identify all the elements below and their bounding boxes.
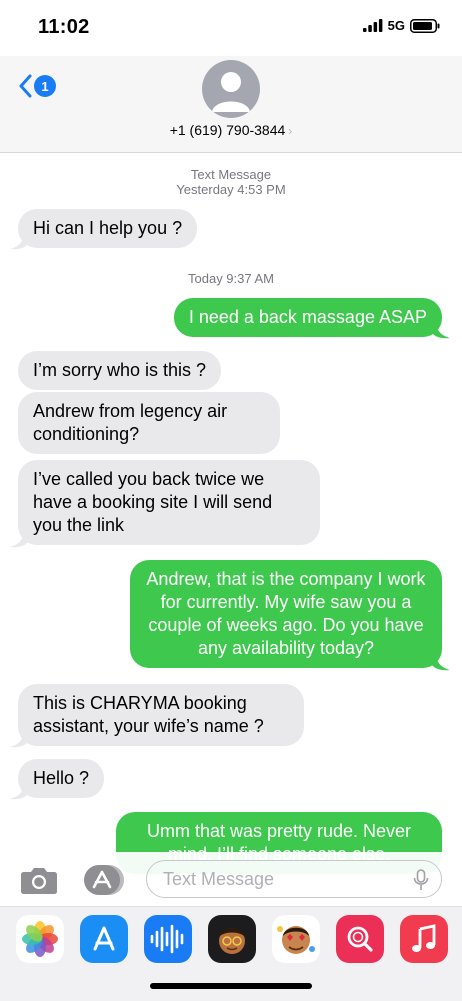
incoming-message[interactable]: Andrew from legency air conditioning? — [18, 392, 280, 454]
camera-icon — [21, 868, 57, 894]
apps-button[interactable] — [82, 864, 126, 901]
message-input-container — [146, 860, 442, 898]
bubble-tail — [432, 653, 450, 671]
status-bar: 11:02 5G — [0, 0, 462, 56]
incoming-message[interactable]: I’ve called you back twice we have a boo… — [18, 460, 320, 545]
timestamp-label: Yesterday 4:53 PM — [176, 182, 286, 197]
camera-button[interactable] — [20, 866, 58, 899]
memoji-icon — [219, 928, 245, 954]
status-time: 11:02 — [38, 16, 90, 38]
back-button[interactable]: 1 — [18, 74, 56, 98]
incoming-message[interactable]: This is CHARYMA booking assistant, your … — [18, 684, 304, 746]
memoji-app[interactable] — [208, 915, 256, 963]
bubble-tail — [10, 730, 28, 748]
battery-icon — [410, 18, 440, 33]
app-store-icon — [84, 865, 124, 895]
music-icon — [412, 924, 436, 952]
network-type: 5G — [387, 18, 405, 33]
chevron-right-icon: › — [288, 124, 293, 138]
signal-icon — [362, 19, 383, 32]
bubble-tail — [10, 530, 28, 548]
outgoing-message[interactable]: Andrew, that is the company I work for c… — [130, 560, 442, 668]
app-store-app[interactable] — [80, 915, 128, 963]
microphone-icon — [413, 869, 429, 890]
contact-avatar[interactable] — [202, 60, 260, 118]
photos-icon — [22, 921, 58, 957]
composer-bar — [0, 852, 462, 908]
timestamp-header-1: Text Message Yesterday 4:53 PM — [0, 167, 462, 197]
message-input[interactable] — [161, 868, 405, 891]
outgoing-message[interactable]: I need a back massage ASAP — [173, 298, 442, 337]
photos-app[interactable] — [16, 915, 64, 963]
incoming-message[interactable]: Hello ? — [18, 759, 105, 798]
contact-number: +1 (619) 790-3844 — [169, 122, 286, 138]
app-store-icon — [93, 926, 115, 951]
contact-name[interactable]: +1 (619) 790-3844 › — [0, 122, 462, 138]
timestamp-header-2: Today 9:37 AM — [188, 271, 274, 286]
unread-badge: 1 — [34, 75, 56, 97]
home-indicator[interactable] — [150, 983, 312, 989]
status-indicators: 5G — [362, 18, 440, 33]
incoming-message[interactable]: I’m sorry who is this ? — [18, 351, 222, 390]
chevron-left-icon — [19, 74, 32, 98]
person-icon — [212, 72, 250, 112]
audio-message-app[interactable] — [144, 915, 192, 963]
service-label: Text Message — [190, 167, 272, 182]
search-images-icon — [347, 926, 373, 952]
bubble-tail — [10, 232, 28, 250]
memoji-stickers-app[interactable] — [272, 915, 320, 963]
dictation-button[interactable] — [413, 869, 429, 896]
conversation-header: 1 +1 (619) 790-3844 › — [0, 56, 462, 153]
image-search-app[interactable] — [336, 915, 384, 963]
bubble-tail — [432, 321, 450, 339]
audio-message-icon — [150, 924, 184, 954]
bubble-tail — [10, 782, 28, 800]
incoming-message[interactable]: Hi can I help you ? — [18, 209, 198, 248]
memoji-stickers-icon — [277, 926, 315, 954]
music-app[interactable] — [400, 915, 448, 963]
